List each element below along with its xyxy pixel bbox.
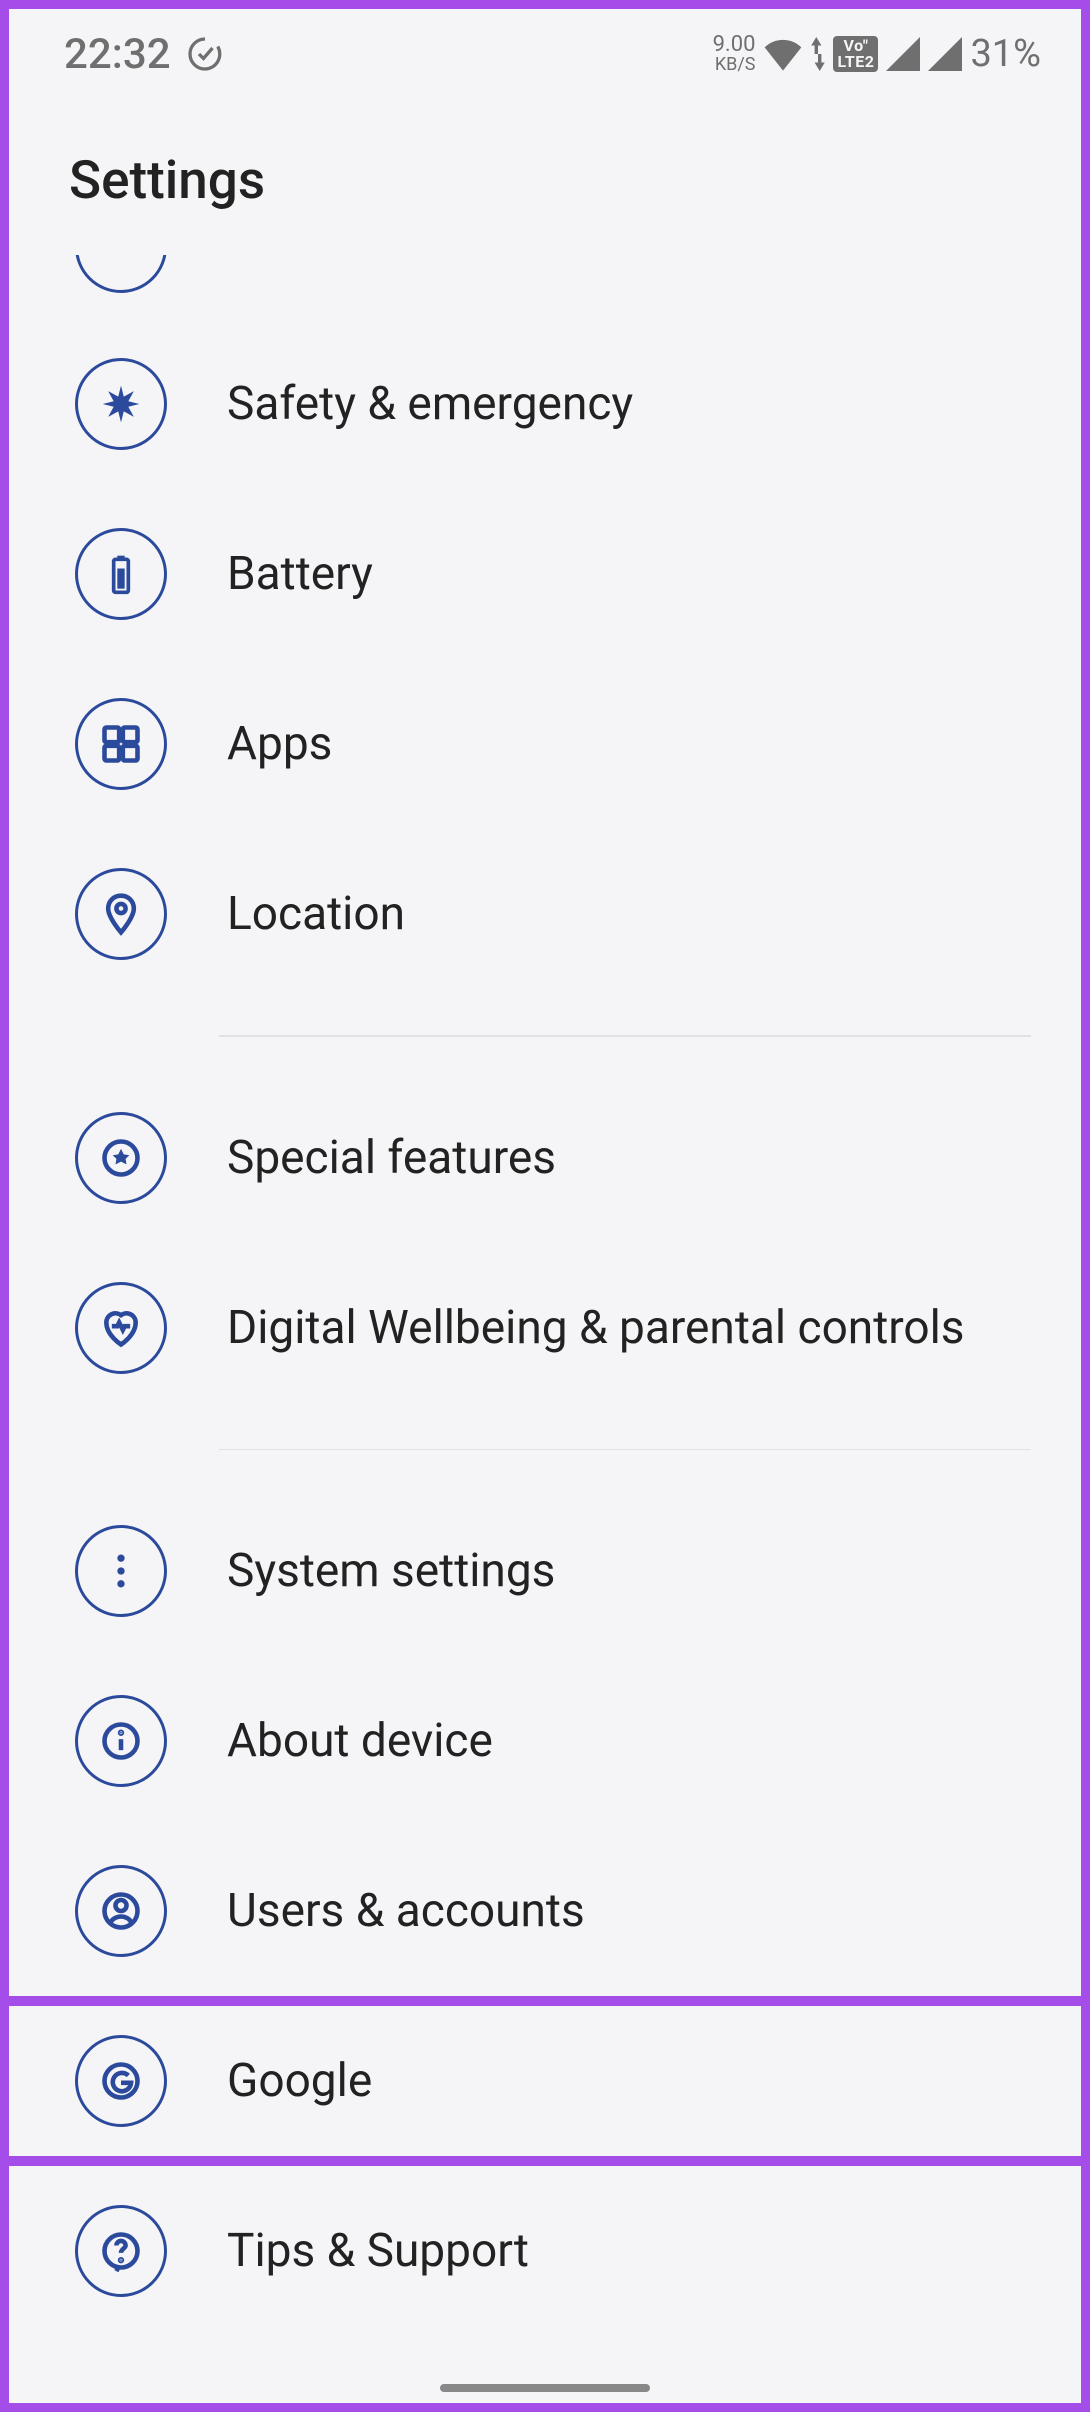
signal-icon	[928, 37, 962, 71]
settings-item-label: Special features	[227, 1131, 556, 1185]
battery-percentage: 31%	[970, 32, 1041, 76]
settings-item-wellbeing[interactable]: Digital Wellbeing & parental controls	[9, 1243, 1081, 1413]
location-icon	[75, 868, 167, 960]
google-icon	[75, 2035, 167, 2127]
help-icon	[75, 2205, 167, 2297]
status-bar: 22:32 9.00 KB/S Vo" LTE2 31%	[9, 9, 1081, 99]
network-speed-indicator: 9.00 KB/S	[713, 34, 756, 74]
settings-item-label: System settings	[227, 1544, 555, 1598]
settings-item-safety[interactable]: Safety & emergency	[9, 319, 1081, 489]
settings-item-label: Google	[227, 2054, 372, 2108]
settings-item-users[interactable]: Users & accounts	[9, 1826, 1081, 1996]
wifi-icon	[763, 37, 803, 71]
settings-item-system[interactable]: System settings	[9, 1486, 1081, 1656]
settings-item-label: Battery	[227, 547, 373, 601]
divider	[219, 1449, 1031, 1451]
settings-item-label: About device	[227, 1714, 493, 1768]
page-title: Settings	[69, 149, 1021, 211]
settings-item-label: Users & accounts	[227, 1884, 585, 1938]
star-circle-icon	[75, 1112, 167, 1204]
divider	[219, 1035, 1031, 1037]
settings-item-label: Safety & emergency	[227, 377, 633, 431]
dots-vertical-icon	[75, 1525, 167, 1617]
asterisk-icon	[75, 358, 167, 450]
info-icon	[75, 1695, 167, 1787]
volte-indicator: Vo" LTE2	[833, 36, 878, 72]
settings-list: Safety & emergency Battery Apps Location	[9, 255, 1081, 2336]
settings-item-special[interactable]: Special features	[9, 1073, 1081, 1243]
heart-icon	[75, 1282, 167, 1374]
page-header: Settings	[9, 99, 1081, 255]
settings-item-apps[interactable]: Apps	[9, 659, 1081, 829]
settings-item-label: Tips & Support	[227, 2224, 529, 2278]
settings-item-about[interactable]: About device	[9, 1656, 1081, 1826]
settings-item-label: Apps	[227, 717, 332, 771]
settings-item-battery[interactable]: Battery	[9, 489, 1081, 659]
user-icon	[75, 1865, 167, 1957]
signal-icon	[886, 37, 920, 71]
settings-item-google[interactable]: Google	[9, 1996, 1081, 2166]
settings-item-tips[interactable]: Tips & Support	[9, 2166, 1081, 2336]
data-arrows-icon	[811, 37, 825, 71]
home-indicator[interactable]	[440, 2384, 650, 2392]
battery-icon	[75, 528, 167, 620]
settings-item-label: Digital Wellbeing & parental controls	[227, 1301, 965, 1355]
settings-item-label: Location	[227, 887, 405, 941]
settings-item-location[interactable]: Location	[9, 829, 1081, 999]
checkmark-circle-icon	[187, 36, 223, 72]
status-time: 22:32	[64, 30, 171, 79]
apps-icon	[75, 698, 167, 790]
